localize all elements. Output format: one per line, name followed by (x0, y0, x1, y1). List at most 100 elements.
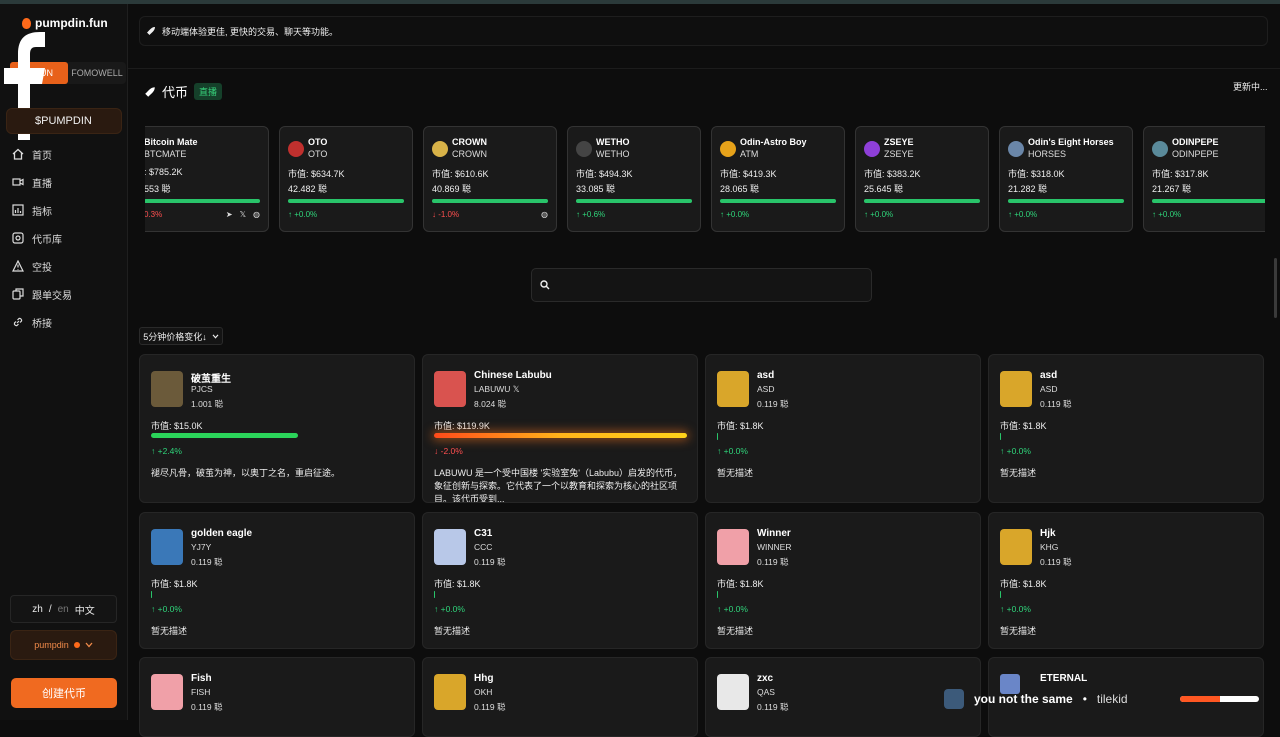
lang-en[interactable]: en (58, 604, 69, 615)
ticker-token-symbol: WETHO (596, 149, 630, 159)
ticker-card[interactable]: Odin-Astro Boy ATM 市值: $419.3K 28.065 聪 ↑ +0… (711, 126, 845, 232)
search-box (531, 268, 872, 302)
ticker-token-symbol: ZSEYE (884, 149, 914, 159)
token-card[interactable]: Chinese Labubu LABUWU 𝕏 8.024 聪市值: $119.9K… (422, 354, 698, 503)
ticker-progress-fill (1152, 199, 1265, 203)
sidebar-item-metrics[interactable]: 指标 (12, 196, 122, 224)
sidebar-item-bridge[interactable]: 桥接 (12, 308, 122, 336)
token-card[interactable]: Winner WINNER 0.119 聪市值: $1.8K ↑ +0.0% 暂无描述 (705, 512, 981, 649)
x-icon[interactable]: 𝕏 (510, 384, 520, 394)
ticker-progress-fill (432, 199, 548, 203)
globe-icon[interactable]: ◍ (541, 210, 548, 219)
bonding-progress-fill (717, 591, 718, 598)
sidebar-item-token-library[interactable]: 代币库 (12, 224, 122, 252)
ticker-holders: 28.065 聪 (720, 184, 760, 194)
ticker-token-symbol: OTO (308, 149, 328, 159)
ticker-progress-fill (576, 199, 692, 203)
ticker-card[interactable]: ODINPEPE ODINPEPE 市值: $317.8K 21.267 聪 ↑ +0.… (1143, 126, 1265, 232)
ticker-card-header: OTO OTO (288, 136, 327, 160)
bonding-progress-fill (434, 591, 435, 598)
ticker-card[interactable]: WETHO WETHO 市值: $494.3K 33.085 聪 ↑ +0.6% (567, 126, 701, 232)
sort-dropdown[interactable]: 5分钟价格变化↓ (139, 327, 223, 345)
token-card[interactable]: asd ASD 0.119 聪市值: $1.8K ↑ +0.0% 暂无描述 (705, 354, 981, 503)
token-card[interactable]: C31 CCC 0.119 聪市值: $1.8K ↑ +0.0% 暂无描述 (422, 512, 698, 649)
token-description: 暂无描述 (151, 626, 188, 636)
ticker-token-symbol: BTCMATE (145, 149, 187, 159)
ticker-card-header: WETHO WETHO (576, 136, 630, 160)
token-card[interactable]: zxc QAS 0.119 聪 (705, 657, 981, 737)
token-image (151, 371, 183, 407)
ticker-progress-bar (288, 199, 404, 203)
token-price-change: ↓ -2.0% (434, 446, 463, 456)
token-price-change: ↑ +0.0% (717, 604, 748, 614)
ticker-holders: 33.085 聪 (576, 184, 616, 194)
sidebar-item-home[interactable]: 首页 (12, 140, 122, 168)
user-menu[interactable]: pumpdin (10, 630, 117, 660)
token-card[interactable]: Fish FISH 0.119 聪 (139, 657, 415, 737)
token-card[interactable]: 破茧重生 PJCS 1.001 聪市值: $15.0K ↑ +2.4% 褪尽凡骨，破茧为… (139, 354, 415, 503)
ticker-name-group: ZSEYE ZSEYE (884, 136, 914, 160)
token-symbol: WINNER (757, 542, 791, 552)
top-accent-line (0, 0, 1280, 4)
token-symbol-text: WINNER (757, 542, 792, 552)
section-divider (128, 68, 1280, 69)
bonding-progress-bar (151, 433, 404, 438)
toggle-option-fomowell[interactable]: FOMOWELL (68, 62, 126, 84)
ticker-progress-fill (288, 199, 404, 203)
ticker-card[interactable]: CROWN CROWN 市值: $610.6K 40.869 聪 ↓ -1.0% ◍ (423, 126, 557, 232)
token-logo-icon (1152, 141, 1168, 157)
scrollbar-thumb[interactable] (1274, 258, 1277, 318)
globe-icon[interactable]: ◍ (253, 210, 260, 219)
token-symbol: PJCS (191, 384, 213, 394)
search-icon (540, 280, 550, 290)
token-price-change: ↑ +2.4% (151, 446, 182, 456)
token-card[interactable]: asd ASD 0.119 聪市值: $1.8K ↑ +0.0% 暂无描述 (988, 354, 1264, 503)
sidebar-nav: 首页 直播 指标 代币库 空投 跟单交易 桥接 (12, 140, 122, 336)
token-price-change: ↑ +0.0% (434, 604, 465, 614)
token-market-cap: 市值: $119.9K (434, 421, 490, 431)
ticker-card[interactable]: ZSEYE ZSEYE 市值: $383.2K 25.645 聪 ↑ +0.0% (855, 126, 989, 232)
token-card[interactable]: Hhg OKH 0.119 聪 (422, 657, 698, 737)
brand[interactable]: pumpdin.fun (22, 16, 108, 30)
token-image (717, 674, 749, 710)
update-status: 更新中... (1233, 82, 1268, 92)
language-switcher[interactable]: zh / en 中文 (10, 595, 117, 623)
status-dot-icon (73, 642, 80, 648)
ticker-market-cap: 市值: $494.3K (576, 169, 633, 179)
sidebar-item-airdrop[interactable]: 空投 (12, 252, 122, 280)
bonding-progress-bar (717, 433, 970, 440)
chevron-down-icon (85, 642, 93, 648)
search-input[interactable] (556, 279, 856, 291)
playback-progress-bar[interactable] (1180, 696, 1259, 702)
ticker-price-change: ↑ +0.6% (576, 210, 606, 219)
ticker-market-cap: 市值: $317.8K (1152, 169, 1209, 179)
create-token-button[interactable]: 创建代币 (11, 678, 117, 708)
token-holders: 0.119 聪 (1040, 557, 1072, 567)
telegram-icon[interactable]: ➤ (226, 210, 233, 219)
sidebar-item-copy-trading[interactable]: 跟单交易 (12, 280, 122, 308)
token-symbol-text: FISH (191, 687, 211, 697)
ticker-card[interactable]: Bitcoin Mate BTCMATE: $785.2K 553 聪 0.3% ➤ 𝕏 ◍ (145, 126, 269, 232)
token-market-cap: 市值: $1.8K (717, 579, 764, 589)
pumpdin-token-pill[interactable]: $PUMPDIN (6, 108, 122, 134)
ticker-card[interactable]: Odin's Eight Horses HORSES 市值: $318.0K 21.2… (999, 126, 1133, 232)
ticker-token-symbol: CROWN (452, 149, 487, 159)
bonding-progress-fill (151, 433, 298, 438)
ticker-progress-bar (720, 199, 836, 203)
token-market-cap: 市值: $1.8K (151, 579, 198, 589)
ticker-card[interactable]: OTO OTO 市值: $634.7K 42.482 聪 ↑ +0.0% (279, 126, 413, 232)
ticker-name-group: ODINPEPE ODINPEPE (1172, 136, 1219, 160)
ticker-token-name: Odin's Eight Horses (1028, 137, 1114, 147)
token-name: asd (1040, 370, 1058, 381)
token-card[interactable]: Hjk KHG 0.119 聪市值: $1.8K ↑ +0.0% 暂无描述 (988, 512, 1264, 649)
token-symbol: FISH (191, 687, 210, 697)
lang-zh[interactable]: zh (32, 604, 43, 615)
link-icon (13, 317, 23, 327)
ticker-market-cap: : $785.2K (145, 167, 183, 177)
music-now-playing[interactable]: you not the same • tilekid (944, 686, 1128, 712)
ticker-token-name: Odin-Astro Boy (740, 137, 807, 147)
bonding-progress-fill (434, 433, 687, 438)
token-card[interactable]: golden eagle YJ7Y 0.119 聪市值: $1.8K ↑ +0.0% 暂… (139, 512, 415, 649)
x-icon[interactable]: 𝕏 (240, 210, 246, 219)
sidebar-item-live[interactable]: 直播 (12, 168, 122, 196)
